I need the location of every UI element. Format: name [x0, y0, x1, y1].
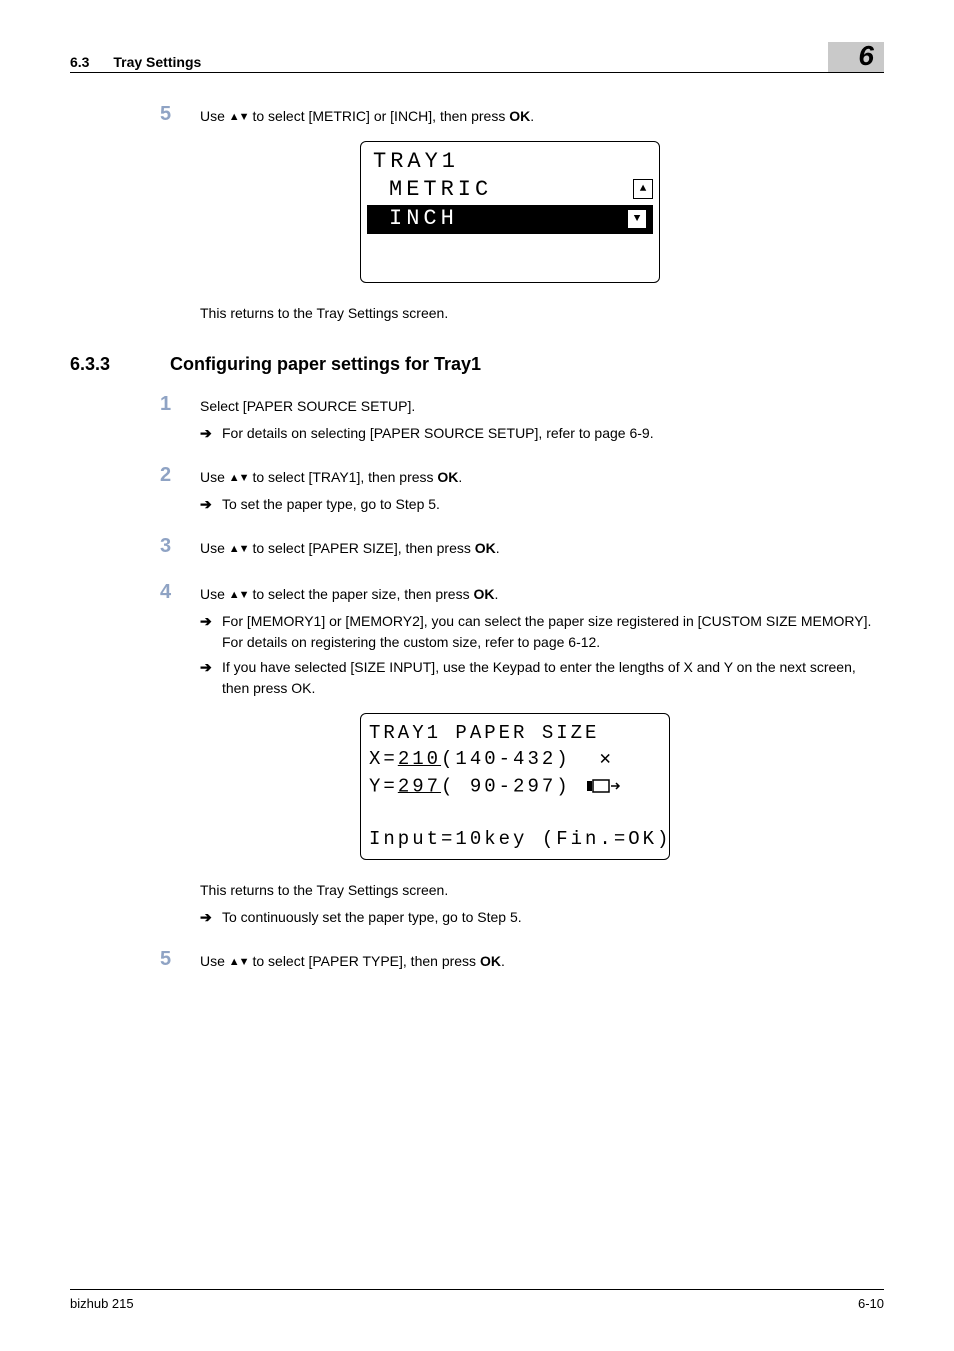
step-number: 3 [160, 535, 200, 558]
scroll-down-icon: ▼ [627, 209, 647, 229]
sub-note: ➔ If you have selected [SIZE INPUT], use… [200, 657, 884, 699]
lcd-line: TRAY1 PAPER SIZE [369, 720, 661, 747]
up-down-icon: ▲▼ [229, 541, 249, 558]
step-4: 4 Use ▲▼ to select the paper size, then … [160, 581, 884, 605]
sub-note: ➔ To set the paper type, go to Step 5. [200, 494, 884, 515]
lcd-line-selected: INCH ▼ [367, 205, 653, 234]
lcd-display-paper-size: TRAY1 PAPER SIZE X=210(140-432) ✕ Y=297(… [360, 713, 670, 860]
lcd-line: METRIC [367, 176, 629, 204]
page-header: 6.3 Tray Settings 6 [70, 40, 884, 73]
lcd-line: X=210(140-432) ✕ [369, 746, 661, 773]
heading-number: 6.3.3 [70, 354, 170, 375]
section-title: Tray Settings [113, 54, 201, 70]
footer-page-number: 6-10 [858, 1296, 884, 1311]
lcd-line: TRAY1 [367, 148, 653, 176]
step-5a: 5 Use ▲▼ to select [METRIC] or [INCH], t… [160, 103, 884, 127]
section-number: 6.3 [70, 54, 89, 70]
body-text: This returns to the Tray Settings screen… [200, 303, 884, 324]
page-footer: bizhub 215 6-10 [70, 1289, 884, 1311]
up-down-icon: ▲▼ [229, 470, 249, 487]
section-heading: 6.3.3 Configuring paper settings for Tra… [70, 354, 884, 375]
x-mark-icon: ✕ [599, 748, 610, 770]
step-body: Select [PAPER SOURCE SETUP]. [200, 393, 884, 417]
up-down-icon: ▲▼ [229, 109, 249, 126]
lcd-display-tray-unit: TRAY1 METRIC ▲ INCH ▼ [360, 141, 660, 283]
step-number: 1 [160, 393, 200, 416]
footer-product: bizhub 215 [70, 1296, 134, 1311]
paper-orientation-icon [585, 773, 625, 800]
step-1: 1 Select [PAPER SOURCE SETUP]. [160, 393, 884, 417]
header-left: 6.3 Tray Settings [70, 54, 201, 70]
arrow-right-icon: ➔ [200, 494, 222, 515]
step-body: Use ▲▼ to select [TRAY1], then press OK. [200, 464, 884, 488]
arrow-right-icon: ➔ [200, 907, 222, 928]
sub-note: ➔ For [MEMORY1] or [MEMORY2], you can se… [200, 611, 884, 653]
arrow-right-icon: ➔ [200, 611, 222, 632]
step-number: 4 [160, 581, 200, 604]
step-body: Use ▲▼ to select [METRIC] or [INCH], the… [200, 103, 884, 127]
step-body: Use ▲▼ to select [PAPER TYPE], then pres… [200, 948, 884, 972]
sub-note: ➔ For details on selecting [PAPER SOURCE… [200, 423, 884, 444]
step-number: 5 [160, 948, 200, 971]
lcd-line: Y=297( 90-297) [369, 773, 661, 800]
arrow-right-icon: ➔ [200, 657, 222, 678]
step-5b: 5 Use ▲▼ to select [PAPER TYPE], then pr… [160, 948, 884, 972]
up-down-icon: ▲▼ [229, 954, 249, 971]
body-text: This returns to the Tray Settings screen… [200, 880, 884, 901]
step-2: 2 Use ▲▼ to select [TRAY1], then press O… [160, 464, 884, 488]
up-down-icon: ▲▼ [229, 587, 249, 604]
step-number: 5 [160, 103, 200, 126]
step-3: 3 Use ▲▼ to select [PAPER SIZE], then pr… [160, 535, 884, 559]
step-number: 2 [160, 464, 200, 487]
sub-note: ➔ To continuously set the paper type, go… [200, 907, 884, 928]
step-body: Use ▲▼ to select the paper size, then pr… [200, 581, 884, 605]
lcd-line: Input=10key (Fin.=OK) [369, 826, 661, 853]
scroll-up-icon: ▲ [633, 179, 653, 199]
chapter-badge: 6 [828, 42, 884, 72]
step-body: Use ▲▼ to select [PAPER SIZE], then pres… [200, 535, 884, 559]
heading-title: Configuring paper settings for Tray1 [170, 354, 481, 375]
lcd-line [369, 800, 661, 827]
arrow-right-icon: ➔ [200, 423, 222, 444]
